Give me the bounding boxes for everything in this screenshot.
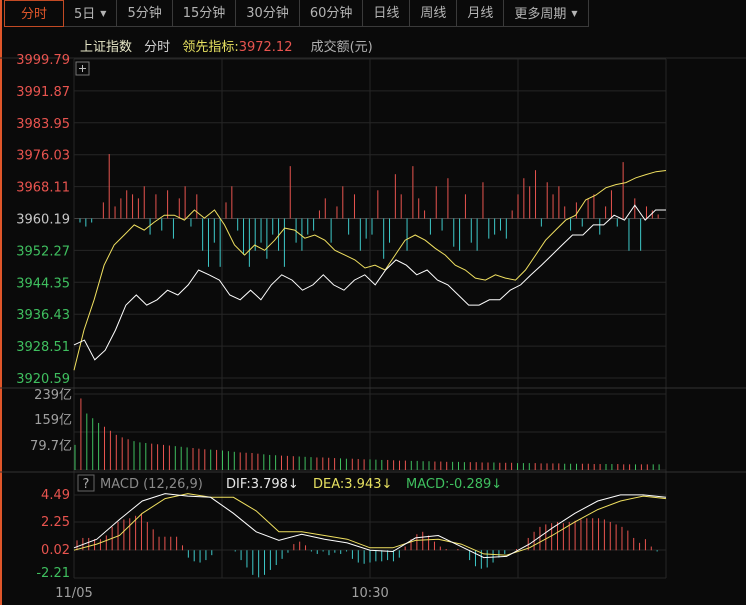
price-axis-label: 3944.35 — [16, 276, 70, 291]
volume-axis-label: 159亿 — [34, 413, 72, 428]
price-axis-label: 3999.79 — [16, 53, 70, 68]
price-axis-label: 3976.03 — [16, 149, 70, 164]
price-axis-label: 3936.43 — [16, 308, 70, 323]
price-axis-label: 3928.51 — [16, 340, 70, 355]
plus-icon — [79, 65, 86, 72]
macd-legend-dif: DIF:3.798↓ — [226, 477, 299, 492]
macd-axis-label: 0.02 — [41, 543, 70, 558]
macd-legend-help: ? — [83, 477, 90, 492]
macd-legend-macd: MACD:-0.289↓ — [406, 477, 502, 492]
price-axis-label: 3991.87 — [16, 85, 70, 100]
time-axis-label: 11/05 — [55, 586, 92, 601]
macd-axis-label: 2.25 — [41, 515, 70, 530]
price-axis-label: 3983.95 — [16, 117, 70, 132]
macd-axis-label: -2.21 — [36, 566, 70, 581]
macd-legend-dea: DEA:3.943↓ — [313, 477, 392, 492]
volume-axis-label: 239亿 — [34, 388, 72, 403]
macd-axis-label: 4.49 — [41, 488, 70, 503]
price-axis-label: 3960.19 — [16, 213, 70, 228]
macd-legend-name: MACD (12,26,9) — [100, 477, 203, 492]
volume-axis-label: 79.7亿 — [30, 439, 72, 454]
price-axis-label: 3920.59 — [16, 372, 70, 387]
intraday-chart[interactable]: 3999.79 3991.87 3983.95 3976.03 3968.11 3960.… — [0, 0, 746, 605]
price-axis-label: 3952.27 — [16, 244, 70, 259]
price-axis-label: 3968.11 — [16, 181, 70, 196]
time-axis-label: 10:30 — [351, 586, 388, 601]
